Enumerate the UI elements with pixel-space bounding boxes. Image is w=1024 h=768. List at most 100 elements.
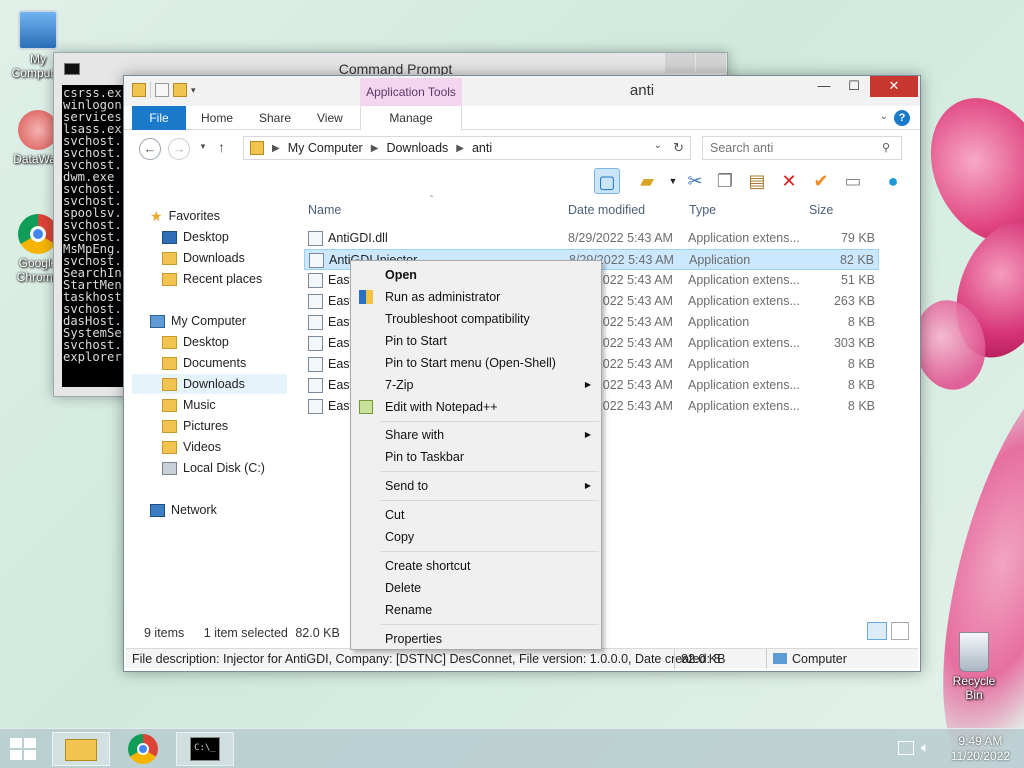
column-header-name[interactable]: Name bbox=[308, 203, 341, 223]
preview-pane-icon[interactable]: ▢ bbox=[594, 168, 620, 194]
large-icons-view-icon[interactable] bbox=[891, 622, 909, 640]
back-button[interactable]: ← bbox=[139, 138, 161, 160]
nav-label: My Computer bbox=[171, 314, 247, 328]
forward-button[interactable]: → bbox=[168, 138, 190, 160]
move-to-folder-icon[interactable]: ▰ bbox=[634, 168, 660, 194]
maximize-button[interactable]: ☐ bbox=[840, 76, 868, 97]
file-row[interactable]: AntiGDI.dll 8/29/2022 5:43 AM Application … bbox=[304, 228, 879, 249]
menu-pin-to-start-menu[interactable]: Pin to Start menu (Open-Shell) bbox=[351, 352, 601, 374]
menu-properties[interactable]: Properties bbox=[351, 628, 601, 650]
chrome-icon bbox=[128, 734, 158, 764]
menu-separator bbox=[381, 500, 599, 501]
column-header-type[interactable]: Type bbox=[689, 203, 716, 223]
nav-label: Downloads bbox=[183, 377, 245, 391]
nav-favorites[interactable]: ★ Favorites bbox=[150, 206, 220, 226]
cmd-maximize-button[interactable] bbox=[696, 53, 726, 73]
up-arrow-icon[interactable]: ↑ bbox=[218, 139, 225, 155]
refresh-icon[interactable]: ↻ bbox=[673, 140, 684, 156]
nav-videos[interactable]: Videos bbox=[162, 437, 221, 457]
clock[interactable]: 9:49 AM 11/20/2022 bbox=[951, 734, 1010, 764]
breadcrumb-my-computer[interactable]: My Computer bbox=[288, 141, 363, 155]
menu-open[interactable]: Open bbox=[351, 264, 601, 286]
breadcrumb-anti[interactable]: anti bbox=[472, 141, 492, 155]
nav-my-computer[interactable]: My Computer bbox=[150, 311, 246, 331]
details-view-icon[interactable] bbox=[867, 622, 887, 640]
nav-local-disk[interactable]: Local Disk (C:) bbox=[162, 458, 265, 478]
properties-toolbar-icon[interactable]: ▭ bbox=[840, 168, 866, 194]
column-header-date[interactable]: Date modified bbox=[568, 203, 645, 223]
nav-network[interactable]: Network bbox=[150, 500, 217, 520]
explorer-titlebar[interactable]: ▾ Application Tools anti — ☐ ✕ bbox=[124, 76, 920, 106]
desktop-icon-recycle-bin[interactable]: Recycle Bin bbox=[944, 632, 1004, 702]
taskbar-cmd[interactable]: C:\_ bbox=[176, 732, 234, 766]
start-button[interactable] bbox=[10, 738, 38, 762]
dll-file-icon bbox=[308, 399, 323, 414]
column-header-size[interactable]: Size bbox=[809, 203, 833, 223]
volume-icon[interactable]: 🔈︎ bbox=[921, 739, 929, 756]
menu-share-with[interactable]: Share with ▶ bbox=[351, 424, 601, 446]
address-dropdown-icon[interactable]: ⌄ bbox=[654, 140, 662, 151]
menu-delete[interactable]: Delete bbox=[351, 577, 601, 599]
paste-icon[interactable]: ▤ bbox=[744, 168, 770, 194]
address-bar[interactable]: ▶ My Computer ▶ Downloads ▶ anti ⌄ ↻ bbox=[243, 136, 691, 160]
nav-desktop-2[interactable]: Desktop bbox=[162, 332, 229, 352]
nav-label: Desktop bbox=[183, 230, 229, 244]
menu-send-to[interactable]: Send to ▶ bbox=[351, 475, 601, 497]
nav-recent-places[interactable]: Recent places bbox=[162, 269, 262, 289]
menu-edit-notepadpp[interactable]: Edit with Notepad++ bbox=[351, 396, 601, 418]
tab-share[interactable]: Share bbox=[259, 106, 291, 130]
nav-desktop[interactable]: Desktop bbox=[162, 227, 229, 247]
item-count: 9 items bbox=[144, 626, 185, 640]
tab-file[interactable]: File bbox=[132, 106, 186, 130]
menu-label: Send to bbox=[385, 479, 429, 493]
file-type: Application extens... bbox=[688, 273, 800, 287]
menu-run-as-admin[interactable]: Run as administrator bbox=[351, 286, 601, 308]
menu-label: Edit with Notepad++ bbox=[385, 400, 498, 414]
close-button[interactable]: ✕ bbox=[870, 76, 918, 97]
menu-pin-to-taskbar[interactable]: Pin to Taskbar bbox=[351, 446, 601, 468]
menu-pin-to-start[interactable]: Pin to Start bbox=[351, 330, 601, 352]
copy-icon[interactable]: ❐ bbox=[712, 168, 738, 194]
menu-create-shortcut[interactable]: Create shortcut bbox=[351, 555, 601, 577]
cut-icon[interactable]: ✂ bbox=[682, 168, 708, 194]
help-icon[interactable]: ? bbox=[894, 110, 910, 126]
file-type: Application extens... bbox=[688, 336, 800, 350]
status-bar: 9 items 1 item selected 82.0 KB bbox=[144, 626, 340, 640]
menu-rename[interactable]: Rename bbox=[351, 599, 601, 621]
tab-home[interactable]: Home bbox=[201, 106, 233, 130]
downloads-folder-icon bbox=[162, 251, 177, 265]
file-name: AntiGDI.dll bbox=[328, 231, 388, 245]
nav-downloads[interactable]: Downloads bbox=[162, 248, 245, 268]
nav-pictures[interactable]: Pictures bbox=[162, 416, 228, 436]
menu-cut[interactable]: Cut bbox=[351, 504, 601, 526]
tab-view[interactable]: View bbox=[317, 106, 343, 130]
cmd-minimize-button[interactable] bbox=[665, 53, 695, 73]
expand-ribbon-icon[interactable]: ⌄ bbox=[880, 111, 888, 122]
breadcrumb-downloads[interactable]: Downloads bbox=[386, 141, 448, 155]
nav-label: Music bbox=[183, 398, 216, 412]
music-folder-icon bbox=[162, 398, 177, 412]
nav-music[interactable]: Music bbox=[162, 395, 216, 415]
recent-places-icon bbox=[162, 272, 177, 286]
search-icon[interactable]: ⚲ bbox=[882, 141, 890, 154]
menu-7zip[interactable]: 7-Zip ▶ bbox=[351, 374, 601, 396]
recent-locations-icon[interactable]: ▼ bbox=[199, 142, 207, 151]
globe-icon[interactable]: ● bbox=[880, 168, 906, 194]
tab-manage[interactable]: Manage bbox=[360, 106, 462, 130]
taskbar-explorer[interactable] bbox=[52, 732, 110, 766]
menu-copy[interactable]: Copy bbox=[351, 526, 601, 548]
details-bar: File description: Injector for AntiGDI, … bbox=[126, 648, 918, 669]
nav-label: Videos bbox=[183, 440, 221, 454]
network-tray-icon[interactable] bbox=[898, 741, 914, 755]
checkmark-icon[interactable]: ✔ bbox=[808, 168, 834, 194]
menu-troubleshoot[interactable]: Troubleshoot compatibility bbox=[351, 308, 601, 330]
delete-icon[interactable]: ✕ bbox=[776, 168, 802, 194]
file-size: 303 KB bbox=[833, 336, 875, 350]
taskbar-chrome[interactable] bbox=[114, 732, 172, 766]
minimize-button[interactable]: — bbox=[810, 76, 838, 97]
nav-downloads-2[interactable]: Downloads bbox=[132, 374, 287, 394]
menu-label: 7-Zip bbox=[385, 378, 414, 392]
nav-documents[interactable]: Documents bbox=[162, 353, 246, 373]
clock-time: 9:49 AM bbox=[958, 734, 1003, 748]
search-input[interactable]: Search anti bbox=[702, 136, 902, 160]
